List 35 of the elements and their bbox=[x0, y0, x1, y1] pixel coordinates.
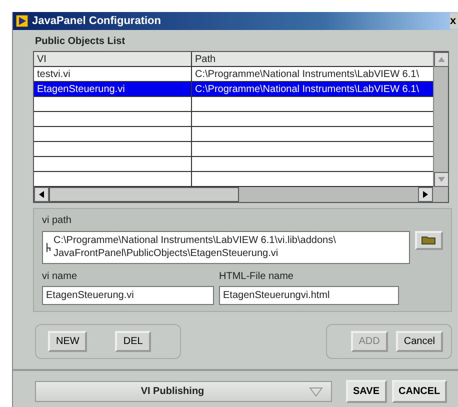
scroll-down-icon[interactable] bbox=[434, 172, 449, 187]
folder-icon bbox=[421, 234, 437, 245]
objects-table[interactable]: VI Path testvi.vi C:\Programme\National Instruments\LabVIEW 6.1\ EtagenSteuerung.vi C:\Programme\National Instruments\LabVIEW 6.1\ bbox=[33, 51, 449, 203]
scroll-right-icon[interactable] bbox=[418, 187, 433, 202]
field-label: vi path bbox=[42, 214, 72, 228]
html-file-field[interactable]: EtagenSteuerungvi.html bbox=[219, 286, 399, 305]
scroll-thumb[interactable] bbox=[49, 187, 239, 202]
scroll-up-icon[interactable] bbox=[434, 52, 449, 67]
field-label: vi name bbox=[42, 270, 78, 284]
path-field[interactable]: C:\Programme\National Instruments\LabVIEW 6.1\vi.lib\addons\ JavaFrontPanel\PublicObjects\EtagenSteuerung.vi bbox=[42, 230, 410, 264]
vertical-scrollbar[interactable] bbox=[433, 52, 448, 187]
table-cell: testvi.vi bbox=[34, 67, 192, 81]
caret-icon bbox=[309, 386, 323, 396]
horizontal-scrollbar[interactable] bbox=[34, 187, 448, 202]
action-button[interactable]: DEL bbox=[115, 331, 151, 352]
field-label: HTML-File name bbox=[219, 270, 294, 284]
section-label: Public Objects List bbox=[34, 35, 126, 49]
browse-button[interactable] bbox=[415, 230, 443, 250]
column-header: VI bbox=[34, 52, 192, 66]
footer-button[interactable]: SAVE bbox=[346, 380, 386, 403]
app-icon bbox=[16, 15, 28, 27]
footer-button[interactable]: CANCEL bbox=[392, 380, 448, 403]
scroll-left-icon[interactable] bbox=[34, 187, 49, 202]
column-header: Path bbox=[194, 53, 217, 66]
table-cell: EtagenSteuerung.vi bbox=[34, 82, 192, 96]
vi-name-field[interactable]: EtagenSteuerung.vi bbox=[42, 286, 214, 305]
action-button[interactable]: NEW bbox=[48, 331, 88, 352]
table-row[interactable]: EtagenSteuerung.vi C:\Programme\National Instruments\LabVIEW 6.1\ bbox=[34, 82, 433, 97]
action-button[interactable]: Cancel bbox=[396, 331, 443, 352]
table-cell-text: C:\Programme\National Instruments\LabVIEW 6.1\ bbox=[194, 83, 420, 96]
close-button[interactable]: x bbox=[450, 12, 458, 30]
window-title: JavaPanel Configuration bbox=[32, 14, 161, 29]
publishing-dropdown[interactable]: VI Publishing bbox=[35, 381, 332, 402]
path-type-icon bbox=[46, 242, 51, 252]
table-cell-text: C:\Programme\National Instruments\LabVIEW 6.1\ bbox=[194, 68, 420, 81]
